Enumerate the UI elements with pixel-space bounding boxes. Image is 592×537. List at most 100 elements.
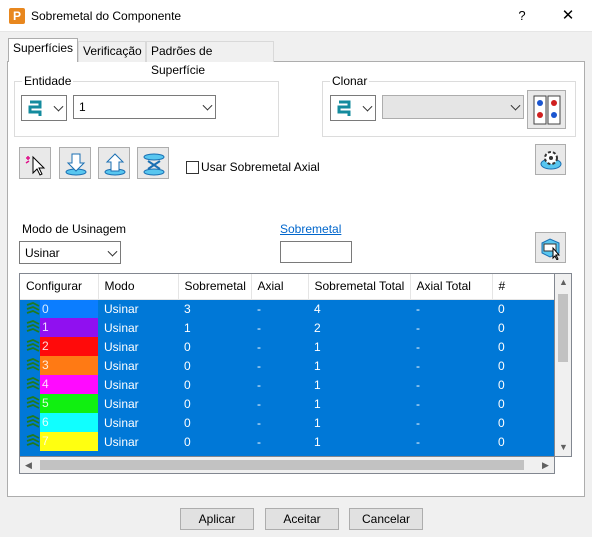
scroll-right-icon[interactable]: ▶ xyxy=(537,457,554,474)
configurar-cell[interactable]: 2 xyxy=(20,337,98,356)
table-row[interactable]: 5 Usinar 0-1-0 xyxy=(20,394,554,413)
sobremetal-cell[interactable]: 0 xyxy=(178,337,251,356)
sobremetal-cell[interactable]: 1 xyxy=(178,318,251,337)
clone-button[interactable] xyxy=(527,90,566,129)
axial-cell[interactable]: - xyxy=(251,299,308,318)
column-header-configurar[interactable]: Configurar xyxy=(20,274,99,300)
column-header-sobremetal[interactable]: Sobremetal xyxy=(178,274,252,300)
count-cell[interactable]: 0 xyxy=(492,356,554,375)
axial-total-cell[interactable]: - xyxy=(410,413,492,432)
column-header-axial-total[interactable]: Axial Total xyxy=(410,274,493,300)
settings-button[interactable] xyxy=(535,144,566,175)
sobremetal-total-cell[interactable]: 1 xyxy=(308,337,410,356)
horizontal-scrollbar[interactable]: ◀ ▶ xyxy=(19,457,555,474)
tab-verificacao[interactable]: Verificação xyxy=(78,41,146,62)
count-cell[interactable]: 0 xyxy=(492,394,554,413)
axial-cell[interactable]: - xyxy=(251,394,308,413)
sobremetal-total-cell[interactable]: 4 xyxy=(308,299,410,318)
scroll-down-icon[interactable]: ▼ xyxy=(555,439,572,456)
sobremetal-cell[interactable]: 0 xyxy=(178,413,251,432)
close-button[interactable]: ✕ xyxy=(556,6,580,26)
select-surfaces-button[interactable] xyxy=(19,147,51,179)
sobremetal-total-cell[interactable]: 2 xyxy=(308,318,410,337)
modo-usinagem-dropdown[interactable]: Usinar xyxy=(19,241,121,264)
count-cell[interactable]: 0 xyxy=(492,299,554,318)
sobremetal-input[interactable] xyxy=(280,241,352,263)
axial-cell[interactable]: - xyxy=(251,413,308,432)
cancel-button[interactable]: Cancelar xyxy=(349,508,423,530)
table-row[interactable]: 7 Usinar 0-1-0 xyxy=(20,432,554,451)
axial-total-cell[interactable]: - xyxy=(410,318,492,337)
move-down-button[interactable] xyxy=(59,147,91,179)
clonar-value-dropdown[interactable] xyxy=(382,95,524,119)
move-up-button[interactable] xyxy=(98,147,130,179)
sobremetal-total-cell[interactable]: 1 xyxy=(308,394,410,413)
clonar-type-dropdown[interactable] xyxy=(330,95,376,121)
sobremetal-cell[interactable]: 0 xyxy=(178,394,251,413)
tab-padroes-de-superficie[interactable]: Padrões de Superfície xyxy=(146,41,274,77)
surface-thickness-table[interactable]: Configurar Modo Sobremetal Axial Sobreme… xyxy=(19,273,555,457)
axial-total-cell[interactable]: - xyxy=(410,432,492,451)
column-header-sobremetal-total[interactable]: Sobremetal Total xyxy=(308,274,411,300)
entidade-type-dropdown[interactable] xyxy=(21,95,67,121)
configurar-cell[interactable]: 0 xyxy=(20,299,98,318)
column-header-modo[interactable]: Modo xyxy=(98,274,179,300)
scrollbar-thumb[interactable] xyxy=(558,294,568,362)
table-row[interactable]: 4 Usinar 0-1-0 xyxy=(20,375,554,394)
modo-cell[interactable]: Usinar xyxy=(98,299,178,318)
configurar-cell[interactable]: 4 xyxy=(20,375,98,394)
count-cell[interactable]: 0 xyxy=(492,413,554,432)
scroll-up-icon[interactable]: ▲ xyxy=(555,274,572,291)
help-button[interactable]: ? xyxy=(510,6,534,26)
count-cell[interactable]: 0 xyxy=(492,375,554,394)
count-cell[interactable]: 0 xyxy=(492,432,554,451)
axial-total-cell[interactable]: - xyxy=(410,299,492,318)
configurar-cell[interactable]: 7 xyxy=(20,432,98,451)
axial-cell[interactable]: - xyxy=(251,432,308,451)
table-row[interactable]: 1 Usinar 1-2-0 xyxy=(20,318,554,337)
axial-total-cell[interactable]: - xyxy=(410,337,492,356)
modo-cell[interactable]: Usinar xyxy=(98,413,178,432)
scroll-left-icon[interactable]: ◀ xyxy=(20,457,37,474)
configurar-cell[interactable]: 3 xyxy=(20,356,98,375)
table-row[interactable]: 0 Usinar 3-4-0 xyxy=(20,299,554,318)
column-header-count[interactable]: # xyxy=(492,274,554,300)
configurar-cell[interactable]: 1 xyxy=(20,318,98,337)
modo-cell[interactable]: Usinar xyxy=(98,318,178,337)
modo-cell[interactable]: Usinar xyxy=(98,337,178,356)
axial-cell[interactable]: - xyxy=(251,375,308,394)
sobremetal-link[interactable]: Sobremetal xyxy=(280,222,341,236)
modo-cell[interactable]: Usinar xyxy=(98,356,178,375)
modo-cell[interactable]: Usinar xyxy=(98,394,178,413)
transfer-button[interactable] xyxy=(137,147,169,179)
modo-cell[interactable]: Usinar xyxy=(98,375,178,394)
axial-total-cell[interactable]: - xyxy=(410,375,492,394)
axial-total-cell[interactable]: - xyxy=(410,394,492,413)
table-row[interactable]: 2 Usinar 0-1-0 xyxy=(20,337,554,356)
table-row[interactable]: 3 Usinar 0-1-0 xyxy=(20,356,554,375)
count-cell[interactable]: 0 xyxy=(492,337,554,356)
column-header-axial[interactable]: Axial xyxy=(251,274,309,300)
sobremetal-total-cell[interactable]: 1 xyxy=(308,413,410,432)
sobremetal-total-cell[interactable]: 1 xyxy=(308,375,410,394)
vertical-scrollbar[interactable]: ▲ ▼ xyxy=(555,273,572,457)
table-row[interactable]: 6 Usinar 0-1-0 xyxy=(20,413,554,432)
sobremetal-cell[interactable]: 0 xyxy=(178,375,251,394)
sobremetal-cell[interactable]: 0 xyxy=(178,356,251,375)
accept-button[interactable]: Aceitar xyxy=(265,508,339,530)
modo-cell[interactable]: Usinar xyxy=(98,432,178,451)
sobremetal-cell[interactable]: 0 xyxy=(178,432,251,451)
sobremetal-cell[interactable]: 3 xyxy=(178,299,251,318)
axial-cell[interactable]: - xyxy=(251,337,308,356)
scrollbar-thumb[interactable] xyxy=(40,460,524,470)
configurar-cell[interactable]: 6 xyxy=(20,413,98,432)
edit-table-button[interactable] xyxy=(535,232,566,263)
axial-total-cell[interactable]: - xyxy=(410,356,492,375)
configurar-cell[interactable]: 5 xyxy=(20,394,98,413)
axial-cell[interactable]: - xyxy=(251,356,308,375)
apply-button[interactable]: Aplicar xyxy=(180,508,254,530)
entidade-value-dropdown[interactable]: 1 xyxy=(73,95,216,119)
count-cell[interactable]: 0 xyxy=(492,318,554,337)
sobremetal-total-cell[interactable]: 1 xyxy=(308,356,410,375)
tab-superficies[interactable]: Superfícies xyxy=(8,38,78,62)
